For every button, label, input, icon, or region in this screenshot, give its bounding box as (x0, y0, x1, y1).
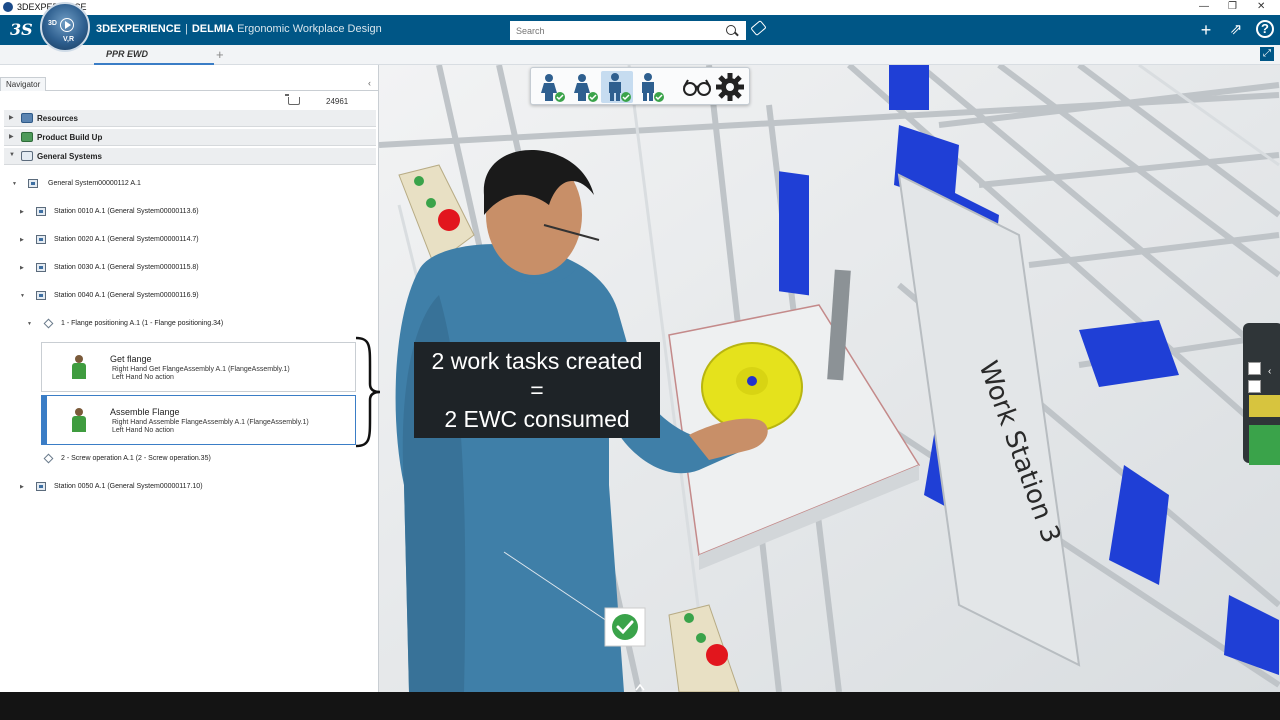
product-name: DELMIA (191, 23, 235, 35)
expand-arrow-icon[interactable]: ▶ (20, 209, 24, 215)
worker-icon (72, 408, 86, 432)
app-name: Ergonomic Workplace Design (237, 23, 382, 35)
bottom-bar (0, 692, 1280, 720)
collapse-arrow-icon[interactable]: ▼ (9, 152, 15, 158)
product-icon (21, 132, 33, 142)
male-manikin-button[interactable] (601, 71, 633, 103)
annotation-line-2: = (530, 377, 544, 403)
sync-icon[interactable] (1248, 380, 1261, 393)
check-icon (612, 614, 638, 640)
task-right-hand: Right Hand Get FlangeAssembly A.1 (Flang… (112, 366, 290, 373)
task-card-get-flange[interactable]: Get flange Right Hand Get FlangeAssembly… (41, 342, 356, 392)
tab-ppr-ewd[interactable]: PPR EWD (94, 45, 214, 65)
task-title: Assemble Flange (110, 407, 180, 417)
side-mini-panel: ‹ (1244, 322, 1280, 490)
navigator-tab-row: Navigator ‹ (0, 77, 379, 91)
task-left-hand: Left Hand No action (112, 427, 174, 434)
collapse-arrow-icon[interactable]: ▼ (20, 293, 25, 299)
ds-logo-icon[interactable]: 3S (10, 20, 33, 39)
worker-icon (72, 355, 86, 379)
category-label: Resources (37, 114, 78, 123)
station-icon (36, 263, 46, 272)
task-right-hand: Right Hand Assemble FlangeAssembly A.1 (… (112, 419, 309, 426)
flag-icon[interactable] (1248, 362, 1261, 375)
system-icon (28, 179, 38, 188)
expand-arrow-icon[interactable]: ▶ (20, 237, 24, 243)
station-icon (36, 291, 46, 300)
expand-arrow-icon[interactable]: ▶ (9, 133, 14, 140)
close-button[interactable]: ✕ (1257, 1, 1265, 12)
resources-icon (21, 113, 33, 123)
play-icon[interactable] (60, 18, 74, 32)
station-icon (36, 235, 46, 244)
gear-icon (716, 73, 744, 101)
brace-connector (355, 336, 381, 448)
task-title: Get flange (110, 354, 152, 364)
expand-arrow-icon[interactable]: ▶ (9, 114, 14, 121)
expand-arrow-icon[interactable]: ▶ (20, 484, 24, 490)
app-header: 3S 3DEXPERIENCE | DELMIA Ergonomic Workpla… (0, 15, 1280, 45)
annotation-line-3: 2 EWC consumed (444, 406, 630, 432)
app-logo-icon (3, 2, 13, 12)
operation-icon (43, 453, 54, 464)
annotation-line-1: 2 work tasks created (431, 348, 643, 374)
share-icon[interactable]: ⇗ (1226, 20, 1246, 40)
navigator-tab[interactable]: Navigator (0, 77, 47, 91)
cart-count: 24961 (326, 97, 349, 106)
compass-3d-label: 3D (48, 20, 57, 27)
operation-icon (43, 318, 54, 329)
station-icon (36, 482, 46, 491)
category-general-systems[interactable]: ▼ General Systems (4, 148, 376, 165)
brand-name: 3DEXPERIENCE (96, 23, 181, 35)
tag-icon[interactable] (750, 19, 767, 37)
collapse-arrow-icon[interactable]: ‹ (1268, 366, 1271, 377)
navigator-panel: Navigator ‹ 24961 ▶ Resources ▶ Product … (0, 65, 379, 692)
female-manikin-icon (541, 74, 565, 102)
expand-arrow-icon[interactable]: ▶ (20, 265, 24, 271)
expand-icon[interactable]: ⤢ (1260, 47, 1274, 61)
os-title-bar: 3DEXPERIENCE — ❐ ✕ (0, 0, 1280, 15)
collapse-panel-icon[interactable]: ‹ (368, 78, 371, 88)
task-left-hand: Left Hand No action (112, 374, 174, 381)
male-manikin-alt-button[interactable] (634, 71, 666, 103)
station-icon (36, 207, 46, 216)
collapse-arrow-icon[interactable]: ▼ (27, 321, 32, 327)
system-icon (21, 151, 33, 161)
search-input[interactable] (510, 21, 746, 40)
glasses-icon (683, 79, 711, 96)
category-label: General Systems (37, 152, 102, 161)
app-title: 3DEXPERIENCE | DELMIA Ergonomic Workplace … (96, 23, 382, 35)
restore-button[interactable]: ❐ (1228, 1, 1237, 12)
female-manikin-alt-button[interactable] (568, 71, 600, 103)
male-manikin-icon (609, 73, 631, 102)
add-tab-button[interactable]: + (216, 47, 224, 62)
vision-button[interactable] (681, 71, 713, 103)
category-resources[interactable]: ▶ Resources (4, 110, 376, 127)
compass-icon[interactable]: 3D V,R (40, 2, 90, 52)
compass-version-label: V,R (63, 36, 75, 43)
task-card-assemble-flange[interactable]: Assemble Flange Right Hand Assemble Flan… (41, 395, 356, 445)
male-manikin-icon (642, 73, 664, 102)
settings-button[interactable] (714, 71, 746, 103)
tab-bar: PPR EWD + ⤢ (0, 45, 1280, 65)
female-manikin-icon (574, 74, 598, 102)
search-icon[interactable] (726, 25, 736, 35)
minimize-button[interactable]: — (1199, 1, 1209, 12)
cart-icon[interactable] (285, 94, 300, 105)
annotation-callout: 2 work tasks created = 2 EWC consumed (414, 342, 660, 438)
category-product-build-up[interactable]: ▶ Product Build Up (4, 129, 376, 146)
ergonomics-toolbar (530, 67, 750, 105)
help-icon[interactable]: ? (1256, 20, 1274, 38)
collapse-arrow-icon[interactable]: ▼ (12, 181, 17, 187)
category-label: Product Build Up (37, 133, 103, 142)
add-icon[interactable]: + (1196, 20, 1216, 40)
female-manikin-button[interactable] (535, 71, 567, 103)
